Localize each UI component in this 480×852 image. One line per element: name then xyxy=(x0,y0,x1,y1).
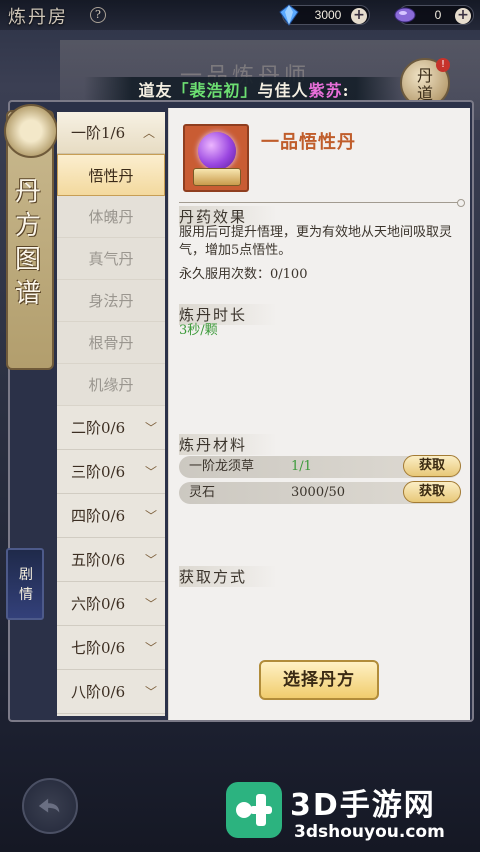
recipe-detail-panel: 一品悟性丹 丹药效果 服用后可提升悟理，更为有效地从天地间吸取灵气，增加5点悟性… xyxy=(168,108,470,720)
chevron-down-icon: ﹀ xyxy=(144,597,157,611)
watermark-name: 3D手游网 xyxy=(290,788,436,823)
partner-name: 紫苏 xyxy=(308,81,343,100)
watermark-logo-icon xyxy=(226,782,282,838)
tier-row[interactable]: 六阶0/6 ﹀ xyxy=(57,582,165,626)
tier-label: 二阶0/6 xyxy=(71,419,126,437)
announce-suffix: : xyxy=(342,81,350,100)
materials-title: 炼丹材料 xyxy=(179,434,278,455)
back-arrow-icon xyxy=(38,798,60,813)
chevron-down-icon: ﹀ xyxy=(144,465,157,479)
tier-label: 三阶0/6 xyxy=(71,463,126,481)
pill-name: 一品悟性丹 xyxy=(261,132,356,153)
player-name: 「裴浩初」 xyxy=(172,81,258,100)
currency-amount: 0 xyxy=(434,8,442,22)
recipe-atlas-title: 丹方图谱 xyxy=(14,177,41,309)
room-title: 炼丹房 xyxy=(8,7,68,28)
tier-label: 七阶0/6 xyxy=(71,639,126,657)
chevron-down-icon: ﹀ xyxy=(144,421,157,435)
tier-row[interactable]: 八阶0/6 ﹀ xyxy=(57,670,165,714)
tier-row[interactable]: 五阶0/6 ﹀ xyxy=(57,538,165,582)
tier-row[interactable]: 七阶0/6 ﹀ xyxy=(57,626,165,670)
chevron-down-icon: ﹀ xyxy=(144,553,157,567)
emblem-text: 丹道 xyxy=(416,66,433,103)
tier-row[interactable]: 四阶0/6 ﹀ xyxy=(57,494,165,538)
top-bar: 炼丹房 ? 3000 + 0 + xyxy=(0,0,480,30)
tier-label: 八阶0/6 xyxy=(71,683,126,701)
chevron-down-icon: ﹀ xyxy=(144,685,157,699)
effect-text: 服用后可提升悟理，更为有效地从天地间吸取灵气，增加5点悟性。 xyxy=(179,225,453,258)
announce-prefix: 道友 xyxy=(138,81,173,100)
divider xyxy=(179,199,465,207)
tier-label: 四阶0/6 xyxy=(71,507,126,525)
moon-ring-icon xyxy=(4,104,58,158)
tier-1-header[interactable]: 一阶1/6 ︿ xyxy=(57,112,165,154)
material-count: 3000/50 xyxy=(291,485,346,500)
pill-recipe-item[interactable]: 根骨丹 xyxy=(57,322,165,364)
tier-label: 六阶0/6 xyxy=(71,595,126,613)
story-button[interactable]: 剧情 xyxy=(6,548,44,620)
duration-value: 3秒/颗 xyxy=(179,323,218,338)
chevron-down-icon: ﹀ xyxy=(144,509,157,523)
purple-pill-orb xyxy=(198,132,236,170)
material-name: 灵石 xyxy=(189,485,216,500)
material-name: 一阶龙须草 xyxy=(189,459,255,474)
chevron-down-icon: ﹀ xyxy=(144,641,157,655)
blue-gem-icon xyxy=(279,4,299,26)
currency-spirit-stone: 3000 + xyxy=(279,4,370,26)
add-currency-button[interactable]: + xyxy=(351,8,367,24)
obtain-button[interactable]: 获取 xyxy=(403,481,461,503)
pill-recipe-item[interactable]: 真气丹 xyxy=(57,238,165,280)
tier-row[interactable]: 二阶0/6 ﹀ xyxy=(57,406,165,450)
chevron-up-icon: ︿ xyxy=(142,126,155,140)
watermark-url: 3dshouyou.com xyxy=(294,822,445,842)
tier-row[interactable]: 三阶0/6 ﹀ xyxy=(57,450,165,494)
select-recipe-button[interactable]: 选择丹方 xyxy=(259,660,379,700)
site-watermark: 3D手游网 3dshouyou.com xyxy=(222,778,477,848)
currency-amount: 3000 xyxy=(314,8,342,22)
notification-badge: ! xyxy=(436,58,450,72)
material-row: 灵石 3000/50 获取 xyxy=(179,481,461,504)
add-currency-button[interactable]: + xyxy=(455,8,471,24)
pill-item-icon xyxy=(183,124,249,192)
tier-label: 一阶1/6 xyxy=(71,124,126,142)
uses-count: 永久服用次数：0/100 xyxy=(179,267,308,282)
back-button[interactable] xyxy=(22,778,78,834)
obtain-button[interactable]: 获取 xyxy=(403,455,461,477)
announce-middle: 与佳人 xyxy=(257,81,309,100)
pill-recipe-item[interactable]: 体魄丹 xyxy=(57,196,165,238)
pill-recipe-item[interactable]: 机缘丹 xyxy=(57,364,165,406)
material-row: 一阶龙须草 1/1 获取 xyxy=(179,455,461,478)
pill-recipe-item[interactable]: 悟性丹 xyxy=(57,154,165,196)
tier-label: 五阶0/6 xyxy=(71,551,126,569)
tier-list: 一阶1/6 ︿ 悟性丹 体魄丹 真气丹 身法丹 根骨丹 机缘丹 二阶0/6 ﹀ 三阶0/6 ﹀ 四… xyxy=(57,112,165,716)
help-icon[interactable]: ? xyxy=(90,7,106,23)
pill-recipe-item[interactable]: 身法丹 xyxy=(57,280,165,322)
purple-gem-icon xyxy=(394,7,416,23)
story-label: 剧情 xyxy=(19,567,33,603)
material-count: 1/1 xyxy=(291,459,312,474)
currency-jade: 0 + xyxy=(394,5,474,25)
pill-stand xyxy=(193,168,241,186)
obtain-method-title: 获取方式 xyxy=(179,566,278,587)
